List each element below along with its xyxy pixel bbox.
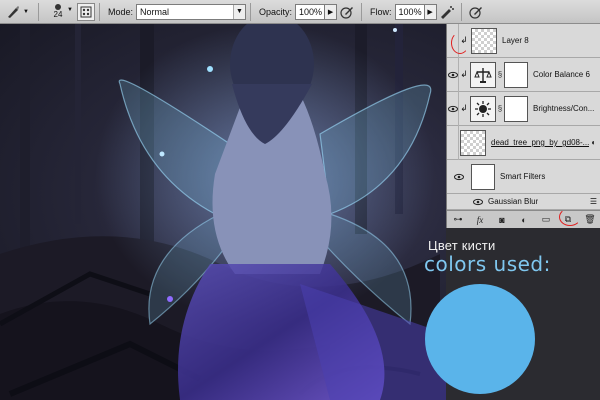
layer-name: Gaussian Blur [488, 197, 539, 206]
airbrush-icon [440, 5, 454, 19]
brush-color-title: Цвет кисти [428, 238, 496, 253]
layer-row-color-balance-6[interactable]: ↲ § Color Balance 6 [447, 57, 600, 92]
layer-row-gaussian-blur[interactable]: Gaussian Blur ☰ [447, 194, 600, 210]
visibility-toggle[interactable] [447, 125, 459, 160]
blending-options-icon[interactable]: ☰ [590, 197, 597, 206]
smart-filter-mask-thumbnail[interactable] [471, 163, 495, 190]
layers-panel: ↲ Layer 8 ↲ § Color Balance 6 ↲ § Bright… [446, 24, 600, 228]
divider [38, 2, 39, 21]
eye-icon [447, 105, 458, 112]
divider [460, 2, 462, 21]
flow-label: Flow: [370, 6, 392, 17]
eye-icon [447, 71, 458, 78]
tablet-pressure-size-icon [468, 6, 482, 19]
layer-mask-thumbnail[interactable] [504, 61, 528, 88]
divider [99, 2, 100, 21]
layer-row-layer-8[interactable]: ↲ Layer 8 [447, 24, 600, 58]
options-bar: ▼ 24 ▼ Mode: Normal ▼ Opacity: 100% ▶ Fl… [0, 0, 600, 24]
trash-icon[interactable]: 🗑 [583, 213, 597, 227]
layer-name: Layer 8 [502, 36, 529, 45]
layer-row-dead-tree[interactable]: dead_tree_png_by_gd08-... ◐ [447, 125, 600, 160]
color-swatch [425, 284, 535, 394]
chevron-down-icon: ▼ [67, 6, 73, 13]
layer-row-brightness-contrast[interactable]: ↲ § Brightness/Con... [447, 91, 600, 126]
blend-mode-select[interactable]: Normal ▼ [136, 3, 247, 20]
group-icon[interactable]: ▭ [539, 213, 553, 227]
chain-link-icon[interactable]: § [496, 70, 504, 79]
visibility-toggle[interactable] [447, 160, 471, 194]
brush-size-value: 24 [53, 10, 63, 19]
mask-icon[interactable]: ◙ [495, 213, 509, 227]
opacity-input[interactable]: 100% [295, 3, 326, 20]
scales-icon [470, 61, 496, 88]
layer-name: dead_tree_png_by_gd08-... [491, 138, 590, 147]
blend-mode-value: Normal [140, 6, 170, 17]
brush-tool-icon [8, 5, 20, 18]
layer-name: Smart Filters [500, 172, 546, 181]
pressure-opacity-button[interactable] [337, 2, 357, 22]
layer-row-smart-filters[interactable]: Smart Filters [447, 160, 600, 194]
eye-icon [454, 173, 464, 180]
tablet-pressure-icon [340, 6, 354, 19]
flow-input[interactable]: 100% [394, 3, 425, 20]
chevron-down-icon: ▼ [233, 4, 246, 19]
layer-name: Brightness/Con... [533, 104, 595, 113]
sun-icon [470, 95, 496, 122]
annotation-circle [559, 208, 581, 226]
tool-preset-picker[interactable]: ▼ [0, 1, 34, 23]
link-icon[interactable]: ⊶ [451, 213, 465, 227]
smart-object-thumbnail [460, 129, 486, 156]
visibility-toggle[interactable] [447, 194, 483, 210]
pressure-size-button[interactable] [466, 2, 486, 22]
layer-name: Color Balance 6 [533, 70, 590, 79]
brush-preset-picker[interactable]: 24 ▼ [43, 1, 73, 23]
layer-mask-thumbnail[interactable] [504, 95, 528, 122]
visibility-toggle[interactable] [447, 57, 459, 92]
filter-options-icon[interactable]: ◐ [591, 138, 596, 147]
fx-icon[interactable]: fx [473, 213, 487, 227]
airbrush-button[interactable] [437, 2, 457, 22]
clipping-arrow-icon: ↲ [460, 103, 468, 113]
eye-icon [473, 198, 483, 205]
layer-thumbnail [471, 27, 497, 54]
brush-panel-toggle-button[interactable] [77, 2, 95, 21]
opacity-slider-toggle[interactable]: ▶ [325, 3, 338, 20]
mode-label: Mode: [108, 6, 134, 17]
brush-panel-icon [80, 6, 92, 17]
opacity-label: Opacity: [259, 6, 293, 17]
visibility-toggle[interactable] [447, 91, 459, 126]
divider [250, 2, 252, 21]
colors-used-label: colors used: [424, 252, 551, 276]
divider [361, 2, 363, 21]
clipping-arrow-icon: ↲ [460, 69, 468, 79]
annotation-circle [451, 32, 469, 54]
flow-slider-toggle[interactable]: ▶ [424, 3, 437, 20]
chain-link-icon[interactable]: § [496, 104, 504, 113]
adjustment-icon[interactable]: ◐ [517, 213, 531, 227]
